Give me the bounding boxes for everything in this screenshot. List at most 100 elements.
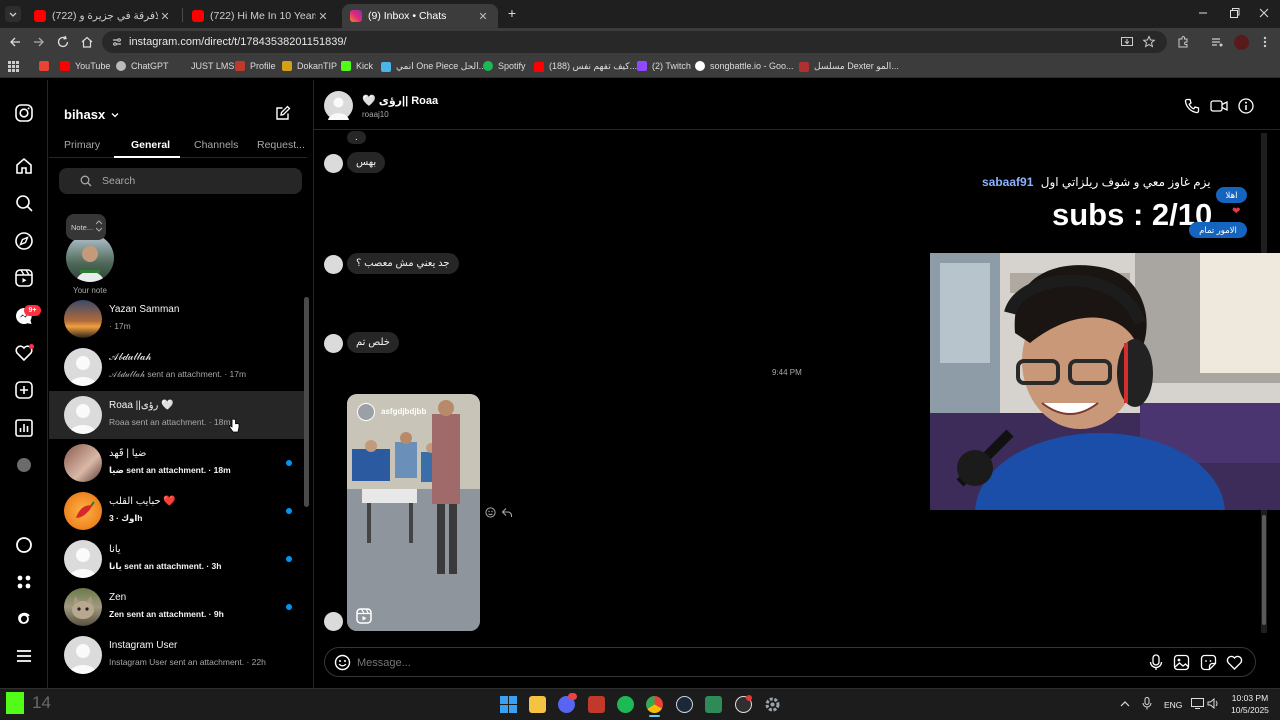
conversation-item[interactable]: Roaa ||رؤى 🤍 Roaa sent an attachment. · … (49, 391, 307, 439)
tab-search-button[interactable] (5, 6, 21, 22)
file-explorer-icon[interactable] (529, 696, 546, 713)
language-indicator[interactable]: ENG (1164, 700, 1182, 710)
tab-primary[interactable]: Primary (64, 139, 100, 151)
profile-avatar[interactable] (17, 458, 31, 472)
install-app-icon[interactable] (1120, 35, 1134, 49)
explore-icon[interactable] (14, 231, 34, 251)
sticker-button[interactable] (1200, 654, 1217, 671)
conversation-item[interactable]: Zen Zen sent an attachment. · 9h (49, 583, 307, 631)
bookmark-twitch[interactable]: (2) Twitch (637, 61, 691, 71)
message-bubble[interactable]: خلص تم (347, 332, 399, 353)
browser-tab-1[interactable]: (722) جمعت الافرقة في جزيرة و... ✕ (26, 4, 180, 28)
threads-app-icon[interactable] (14, 609, 34, 629)
game-launcher-icon[interactable] (705, 696, 722, 713)
bookmark-chatgpt[interactable]: ChatGPT (116, 61, 169, 71)
clock-date[interactable]: 10/5/2025 (1228, 705, 1272, 715)
bookmark-songbattle[interactable]: songbattle.io - Goo... (695, 61, 794, 71)
chrome-icon[interactable] (646, 696, 663, 713)
home-icon[interactable] (14, 156, 34, 176)
reel-attachment[interactable]: asfgdjbdjbb (347, 394, 480, 631)
media-app-icon[interactable] (588, 696, 605, 713)
clock-time[interactable]: 10:03 PM (1228, 693, 1272, 703)
message-bubble[interactable]: جد يعني مش معصب ؟ (347, 253, 459, 274)
search-icon[interactable] (14, 193, 34, 213)
new-message-button[interactable] (275, 105, 291, 121)
close-window-button[interactable] (1258, 7, 1270, 19)
bookmark-profile[interactable]: Profile (235, 61, 276, 71)
chat-avatar[interactable] (324, 91, 353, 120)
close-icon[interactable]: ✕ (158, 10, 172, 23)
add-photo-button[interactable] (1173, 654, 1190, 671)
your-note-avatar[interactable] (66, 234, 114, 282)
streaming-widget[interactable]: 14 (0, 690, 58, 718)
settings-icon[interactable] (764, 696, 781, 713)
tab-requests[interactable]: Request... (257, 139, 305, 151)
chat-name[interactable]: 🤍 رؤى|| Roaa (362, 94, 438, 107)
volume-icon[interactable] (1207, 698, 1220, 709)
tray-overflow-icon[interactable] (1120, 699, 1130, 709)
bookmark-kick[interactable]: Kick (341, 61, 373, 71)
conversation-item[interactable]: Yazan Samman · 17m (49, 295, 307, 343)
instagram-logo-icon[interactable] (14, 103, 34, 123)
account-switcher[interactable]: bihasx (64, 107, 120, 122)
create-icon[interactable] (14, 380, 34, 400)
bookmark-gmail[interactable] (39, 61, 54, 71)
home-button[interactable] (80, 35, 94, 49)
reload-button[interactable] (56, 35, 70, 49)
conversation-item[interactable]: 𝒜𝒷𝒹𝓊𝓁𝓁𝒶𝒽 𝒜𝒷𝒹𝓊𝓁𝓁𝒶𝒽 sent an attachment. · … (49, 343, 307, 391)
message-bubble[interactable]: . (347, 131, 366, 144)
message-input[interactable] (357, 655, 1117, 671)
browser-tab-2[interactable]: (722) Hi Me In 10 Years - YouTu... ✕ (184, 4, 338, 28)
apps-grid-icon[interactable] (8, 61, 19, 72)
chat-scrollbar-thumb[interactable] (1262, 515, 1266, 625)
browser-tab-3[interactable]: (9) Inbox • Chats ✕ (342, 4, 498, 28)
also-from-meta-icon[interactable] (14, 572, 34, 592)
dashboard-icon[interactable] (14, 418, 34, 438)
conversation-item[interactable]: حبايب القلب ❤️ اوك · 3h (49, 487, 307, 535)
reply-button[interactable] (501, 507, 513, 518)
restore-button[interactable] (1228, 7, 1240, 19)
emoji-picker-button[interactable] (334, 654, 351, 671)
search-field[interactable]: Search (59, 168, 302, 194)
reels-icon[interactable] (14, 268, 34, 288)
conversation-item[interactable]: ضيا | قَهد ضيا sent an attachment. · 18m (49, 439, 307, 487)
message-bubble[interactable]: بهس (347, 152, 386, 173)
audio-call-button[interactable] (1184, 98, 1200, 114)
threads-icon[interactable] (14, 535, 34, 555)
react-button[interactable] (485, 507, 496, 518)
steam-icon[interactable] (676, 696, 693, 713)
new-tab-button[interactable]: + (505, 6, 519, 20)
extensions-icon[interactable] (1176, 35, 1190, 49)
bookmark-youtube-video[interactable]: (188) كيف تفهم نفس... (534, 61, 637, 72)
bookmark-youtube[interactable]: YouTube (60, 61, 110, 71)
more-menu-icon[interactable] (14, 646, 34, 666)
voice-clip-button[interactable] (1148, 654, 1164, 671)
bookmark-spotify[interactable]: Spotify (483, 61, 526, 71)
network-icon[interactable] (1191, 698, 1204, 709)
tab-channels[interactable]: Channels (194, 139, 238, 151)
site-info-icon[interactable] (111, 36, 123, 48)
spotify-icon[interactable] (617, 696, 634, 713)
conversation-item[interactable]: Instagram User Instagram User sent an at… (49, 631, 307, 679)
back-button[interactable] (8, 35, 22, 49)
minimize-button[interactable] (1197, 7, 1209, 19)
conversation-info-button[interactable] (1238, 98, 1254, 114)
browser-menu-icon[interactable] (1262, 35, 1268, 49)
bookmark-dokantip[interactable]: DokanTIP (282, 61, 337, 71)
close-icon[interactable]: ✕ (476, 10, 490, 23)
video-call-button[interactable] (1210, 98, 1228, 114)
close-icon[interactable]: ✕ (316, 10, 330, 23)
bookmark-star-icon[interactable] (1142, 35, 1156, 49)
like-heart-button[interactable] (1226, 654, 1243, 671)
forward-button[interactable] (32, 35, 46, 49)
bookmark-just-lms[interactable]: JUST LMS (176, 61, 234, 71)
tab-general[interactable]: General (131, 139, 170, 151)
windows-start-icon[interactable] (500, 696, 517, 713)
media-control-icon[interactable] (1210, 35, 1224, 49)
tray-microphone-icon[interactable] (1142, 697, 1152, 710)
inbox-scrollbar[interactable] (304, 297, 309, 507)
bookmark-dexter[interactable]: مسلسل Dexter المو... (799, 61, 899, 72)
conversation-item[interactable]: يانا يانا sent an attachment. · 3h (49, 535, 307, 583)
profile-avatar[interactable] (1234, 35, 1249, 50)
bookmark-one-piece[interactable]: انمي One Piece الحل... (381, 61, 486, 72)
